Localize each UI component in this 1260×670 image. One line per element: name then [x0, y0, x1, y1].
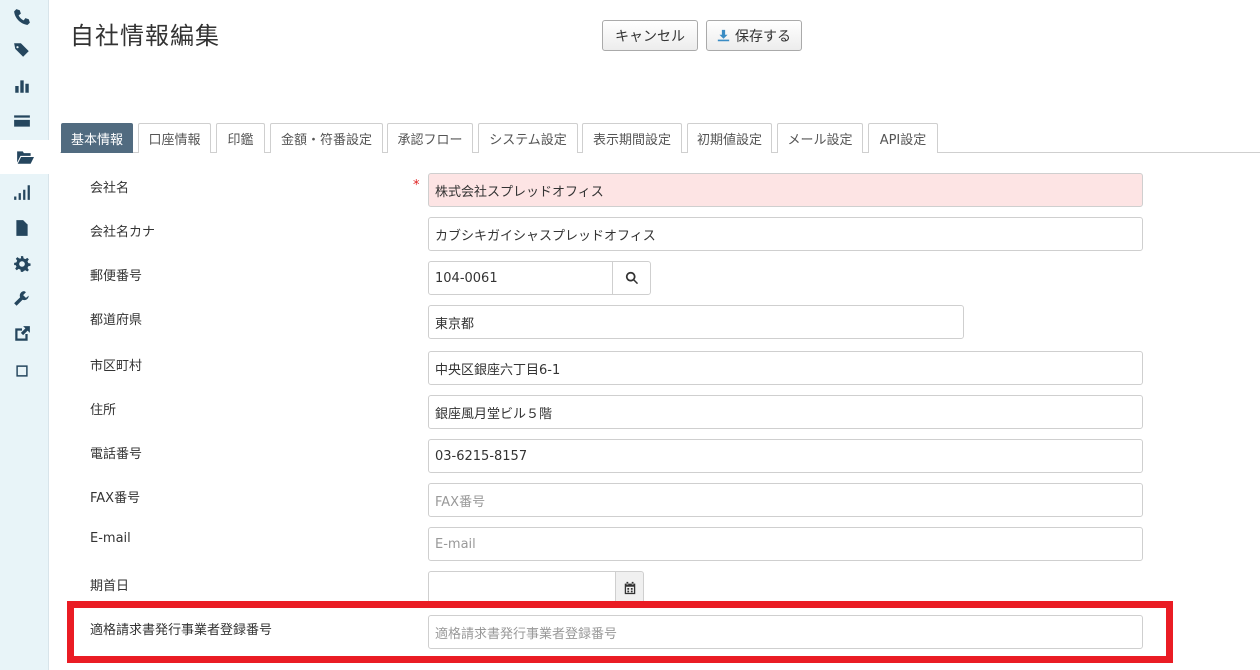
fax-placeholder: FAX番号 — [435, 494, 486, 510]
save-button-label: 保存する — [735, 28, 791, 45]
cancel-button[interactable]: キャンセル — [602, 20, 698, 51]
tab-initial-values[interactable]: 初期値設定 — [687, 123, 772, 153]
wrench-icon[interactable] — [0, 282, 44, 316]
calendar-button[interactable] — [615, 571, 644, 605]
folder-open-icon[interactable] — [0, 140, 49, 174]
phone-value: 03-6215-8157 — [435, 448, 528, 464]
fiscal-start-field[interactable] — [428, 571, 616, 605]
company-name-value: 株式会社スプレッドオフィス — [435, 184, 604, 200]
address-label: 住所 — [90, 403, 117, 418]
address-value: 銀座風月堂ビル５階 — [435, 406, 553, 422]
postal-code-value: 104-0061 — [435, 270, 498, 286]
email-label: E-mail — [90, 531, 131, 546]
address-field[interactable]: 銀座風月堂ビル５階 — [428, 395, 1143, 429]
prefecture-value: 東京都 — [435, 316, 475, 332]
email-field[interactable]: E-mail — [428, 527, 1143, 561]
page-title: 自社情報編集 — [70, 22, 220, 50]
phone-field[interactable]: 03-6215-8157 — [428, 439, 1143, 473]
search-icon — [625, 271, 638, 285]
phone-label: 電話番号 — [90, 447, 143, 462]
tab-basic-info[interactable]: 基本情報 — [61, 123, 133, 153]
tab-mail-settings[interactable]: メール設定 — [777, 123, 863, 153]
tab-seal[interactable]: 印鑑 — [216, 123, 265, 153]
fax-field[interactable]: FAX番号 — [428, 483, 1143, 517]
external-link-icon[interactable] — [0, 317, 44, 351]
company-kana-label: 会社名カナ — [90, 225, 156, 240]
phone-icon[interactable] — [0, 0, 44, 34]
tab-bank-account[interactable]: 口座情報 — [138, 123, 211, 153]
postal-search-button[interactable] — [612, 261, 651, 295]
postal-code-field[interactable]: 104-0061 — [428, 261, 613, 295]
required-mark: * — [413, 178, 420, 193]
fiscal-start-label: 期首日 — [90, 579, 130, 594]
company-name-field[interactable]: 株式会社スプレッドオフィス — [428, 173, 1143, 207]
postal-code-label: 郵便番号 — [90, 269, 143, 284]
sidebar — [0, 0, 49, 670]
prefecture-label: 都道府県 — [90, 313, 143, 328]
tab-approval-flow[interactable]: 承認フロー — [387, 123, 473, 153]
credit-card-icon[interactable] — [0, 104, 44, 138]
prefecture-field[interactable]: 東京都 — [428, 305, 964, 339]
city-label: 市区町村 — [90, 359, 143, 374]
fax-label: FAX番号 — [90, 491, 141, 506]
gear-icon[interactable] — [0, 247, 44, 281]
save-button[interactable]: 保存する — [706, 20, 802, 51]
highlight-box — [67, 601, 1173, 663]
cancel-button-label: キャンセル — [615, 28, 685, 45]
tab-amount-numbering[interactable]: 金額・符番設定 — [270, 123, 383, 153]
tab-api-settings[interactable]: API設定 — [868, 123, 938, 153]
file-icon[interactable] — [0, 211, 44, 245]
calendar-icon — [624, 581, 635, 595]
tab-bar: 基本情報 口座情報 印鑑 金額・符番設定 承認フロー システム設定 表示期間設定… — [60, 123, 1260, 153]
tab-system-settings[interactable]: システム設定 — [478, 123, 578, 153]
tab-display-period[interactable]: 表示期間設定 — [582, 123, 682, 153]
city-field[interactable]: 中央区銀座六丁目6-1 — [428, 351, 1143, 385]
checkbox-icon[interactable] — [0, 354, 44, 388]
download-icon — [717, 29, 730, 42]
city-value: 中央区銀座六丁目6-1 — [435, 362, 561, 378]
signal-icon[interactable] — [0, 175, 44, 209]
bar-chart-icon[interactable] — [0, 69, 44, 103]
company-kana-value: カブシキガイシャスプレッドオフィス — [435, 228, 656, 244]
email-placeholder: E-mail — [435, 536, 476, 552]
tags-icon[interactable] — [0, 33, 44, 67]
company-kana-field[interactable]: カブシキガイシャスプレッドオフィス — [428, 217, 1143, 251]
company-name-label: 会社名 — [90, 181, 130, 196]
